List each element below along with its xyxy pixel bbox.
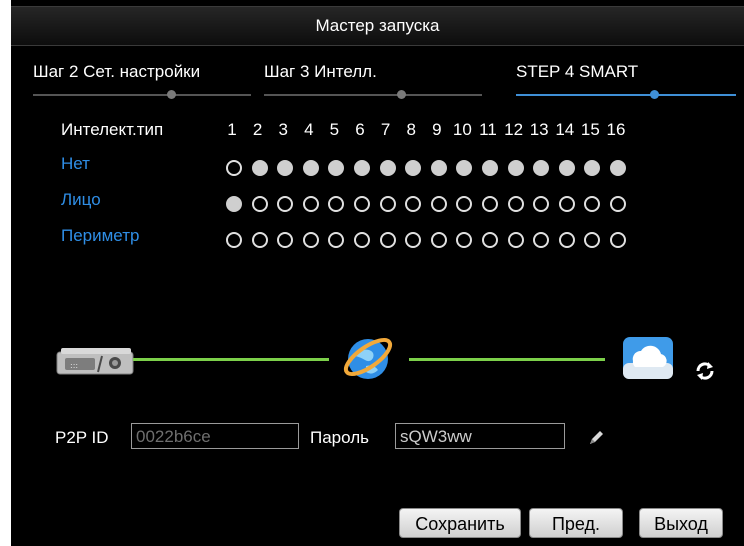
intel-radio-ch12[interactable] <box>507 196 524 212</box>
intel-radio-ch7[interactable] <box>379 232 396 248</box>
channel-13-header: 13 <box>529 120 549 139</box>
intel-radio-ch4[interactable] <box>302 196 319 212</box>
intel-radio-ch9[interactable] <box>430 232 447 248</box>
exit-button[interactable]: Выход <box>639 508 723 538</box>
channel-1-header: 1 <box>227 120 237 139</box>
intel-radio-ch15[interactable] <box>584 160 601 176</box>
step-3-indicator-line <box>264 94 482 96</box>
channel-9-header: 9 <box>432 120 442 139</box>
intel-radio-ch6[interactable] <box>354 232 370 248</box>
intel-radio-ch16[interactable] <box>610 160 626 176</box>
intel-radio-ch13[interactable] <box>533 196 550 212</box>
step-2-indicator-dot <box>167 90 176 99</box>
channel-7-header: 7 <box>380 120 391 139</box>
intel-radio-ch15[interactable] <box>584 232 601 248</box>
intel-radio-ch12[interactable] <box>507 232 524 248</box>
step-4-indicator-dot <box>650 90 659 99</box>
channel-15-header: 15 <box>580 120 600 139</box>
intel-radio-ch14[interactable] <box>558 232 575 248</box>
intel-radio-ch9[interactable] <box>430 196 447 212</box>
save-button[interactable]: Сохранить <box>399 508 521 538</box>
intel-radio-ch10[interactable] <box>456 196 473 212</box>
intel-radio-ch14[interactable] <box>558 196 575 212</box>
intel-radio-ch1[interactable] <box>226 160 242 176</box>
intel-radio-ch15[interactable] <box>584 196 601 212</box>
channel-8-header: 8 <box>406 120 416 139</box>
step-4-smart[interactable]: STEP 4 SMART <box>516 62 638 82</box>
intel-radio-ch2[interactable] <box>251 160 268 176</box>
step-3-intel[interactable]: Шаг 3 Интелл. <box>264 62 377 82</box>
intel-radio-ch1[interactable] <box>226 196 242 212</box>
dvr-device-icon: ::: <box>56 348 134 375</box>
svg-text::::: ::: <box>70 361 78 370</box>
intel-radio-ch8[interactable] <box>405 232 422 248</box>
intel-radio-ch4[interactable] <box>302 160 319 176</box>
intel-radio-ch3[interactable] <box>277 232 294 248</box>
intel-radio-ch11[interactable] <box>482 160 498 176</box>
channel-16-header: 16 <box>606 120 626 139</box>
intel-radio-ch16[interactable] <box>610 196 626 212</box>
channel-6-header: 6 <box>355 120 365 139</box>
intel-radio-ch6[interactable] <box>354 160 370 176</box>
intel-radio-ch2[interactable] <box>251 196 268 212</box>
channel-10-header: 10 <box>452 120 472 139</box>
intel-radio-ch7[interactable] <box>379 196 396 212</box>
intel-row-label[interactable]: Периметр <box>61 226 139 246</box>
step-2-network[interactable]: Шаг 2 Сет. настройки <box>33 62 200 82</box>
intel-radio-ch7[interactable] <box>379 160 396 176</box>
intel-radio-ch16[interactable] <box>610 232 626 248</box>
intel-radio-ch10[interactable] <box>456 232 473 248</box>
intel-radio-ch10[interactable] <box>456 160 473 176</box>
intel-radio-ch6[interactable] <box>354 196 370 212</box>
intel-radio-ch4[interactable] <box>302 232 319 248</box>
intel-radio-ch14[interactable] <box>558 160 575 176</box>
intel-radio-ch8[interactable] <box>405 160 422 176</box>
password-label: Пароль <box>310 428 369 447</box>
channel-5-header: 5 <box>329 120 340 139</box>
intel-radio-ch9[interactable] <box>430 160 447 176</box>
intel-radio-ch13[interactable] <box>533 232 550 248</box>
channel-2-header: 2 <box>252 120 263 139</box>
device-connection-line <box>133 358 329 361</box>
password-field[interactable]: sQW3ww <box>395 423 565 449</box>
intel-radio-ch13[interactable] <box>533 160 550 176</box>
intel-radio-ch5[interactable] <box>328 196 345 212</box>
p2p-id-label: P2P ID <box>55 428 109 447</box>
step-2-indicator-line <box>33 94 251 96</box>
step-4-indicator-line <box>516 94 736 96</box>
channel-4-header: 4 <box>304 120 314 139</box>
cloud-connection-line <box>409 358 605 361</box>
pencil-icon[interactable] <box>587 429 605 447</box>
channel-14-header: 14 <box>555 120 575 139</box>
intel-radio-ch1[interactable] <box>226 232 242 248</box>
window-title: Мастер запуска <box>315 16 440 35</box>
prev-button[interactable]: Пред. <box>529 508 623 538</box>
cloud-storage-icon <box>623 337 673 379</box>
channel-12-header: 12 <box>504 120 524 139</box>
intel-radio-ch5[interactable] <box>328 160 345 176</box>
channel-3-header: 3 <box>278 120 288 139</box>
internet-globe-icon <box>343 337 393 379</box>
intel-radio-ch3[interactable] <box>277 160 294 176</box>
intel-radio-ch3[interactable] <box>277 196 294 212</box>
intel-radio-ch11[interactable] <box>482 232 498 248</box>
intel-radio-ch5[interactable] <box>328 232 345 248</box>
title-bar: Мастер запуска <box>11 6 744 46</box>
intel-radio-ch11[interactable] <box>482 196 498 212</box>
intel-radio-ch8[interactable] <box>405 196 422 212</box>
refresh-icon[interactable] <box>694 360 716 382</box>
intel-type-header: Интелект.тип <box>61 120 164 139</box>
setup-wizard-window: Мастер запуска Шаг 2 Сет. настройки Шаг … <box>11 0 744 546</box>
intel-row-label[interactable]: Нет <box>61 154 90 174</box>
intel-radio-ch2[interactable] <box>251 232 268 248</box>
intel-radio-ch12[interactable] <box>507 160 524 176</box>
step-3-indicator-dot <box>397 90 406 99</box>
channel-11-header: 11 <box>479 120 497 139</box>
intel-row-label[interactable]: Лицо <box>61 190 101 210</box>
p2p-id-field: 0022b6ce <box>131 423 299 449</box>
